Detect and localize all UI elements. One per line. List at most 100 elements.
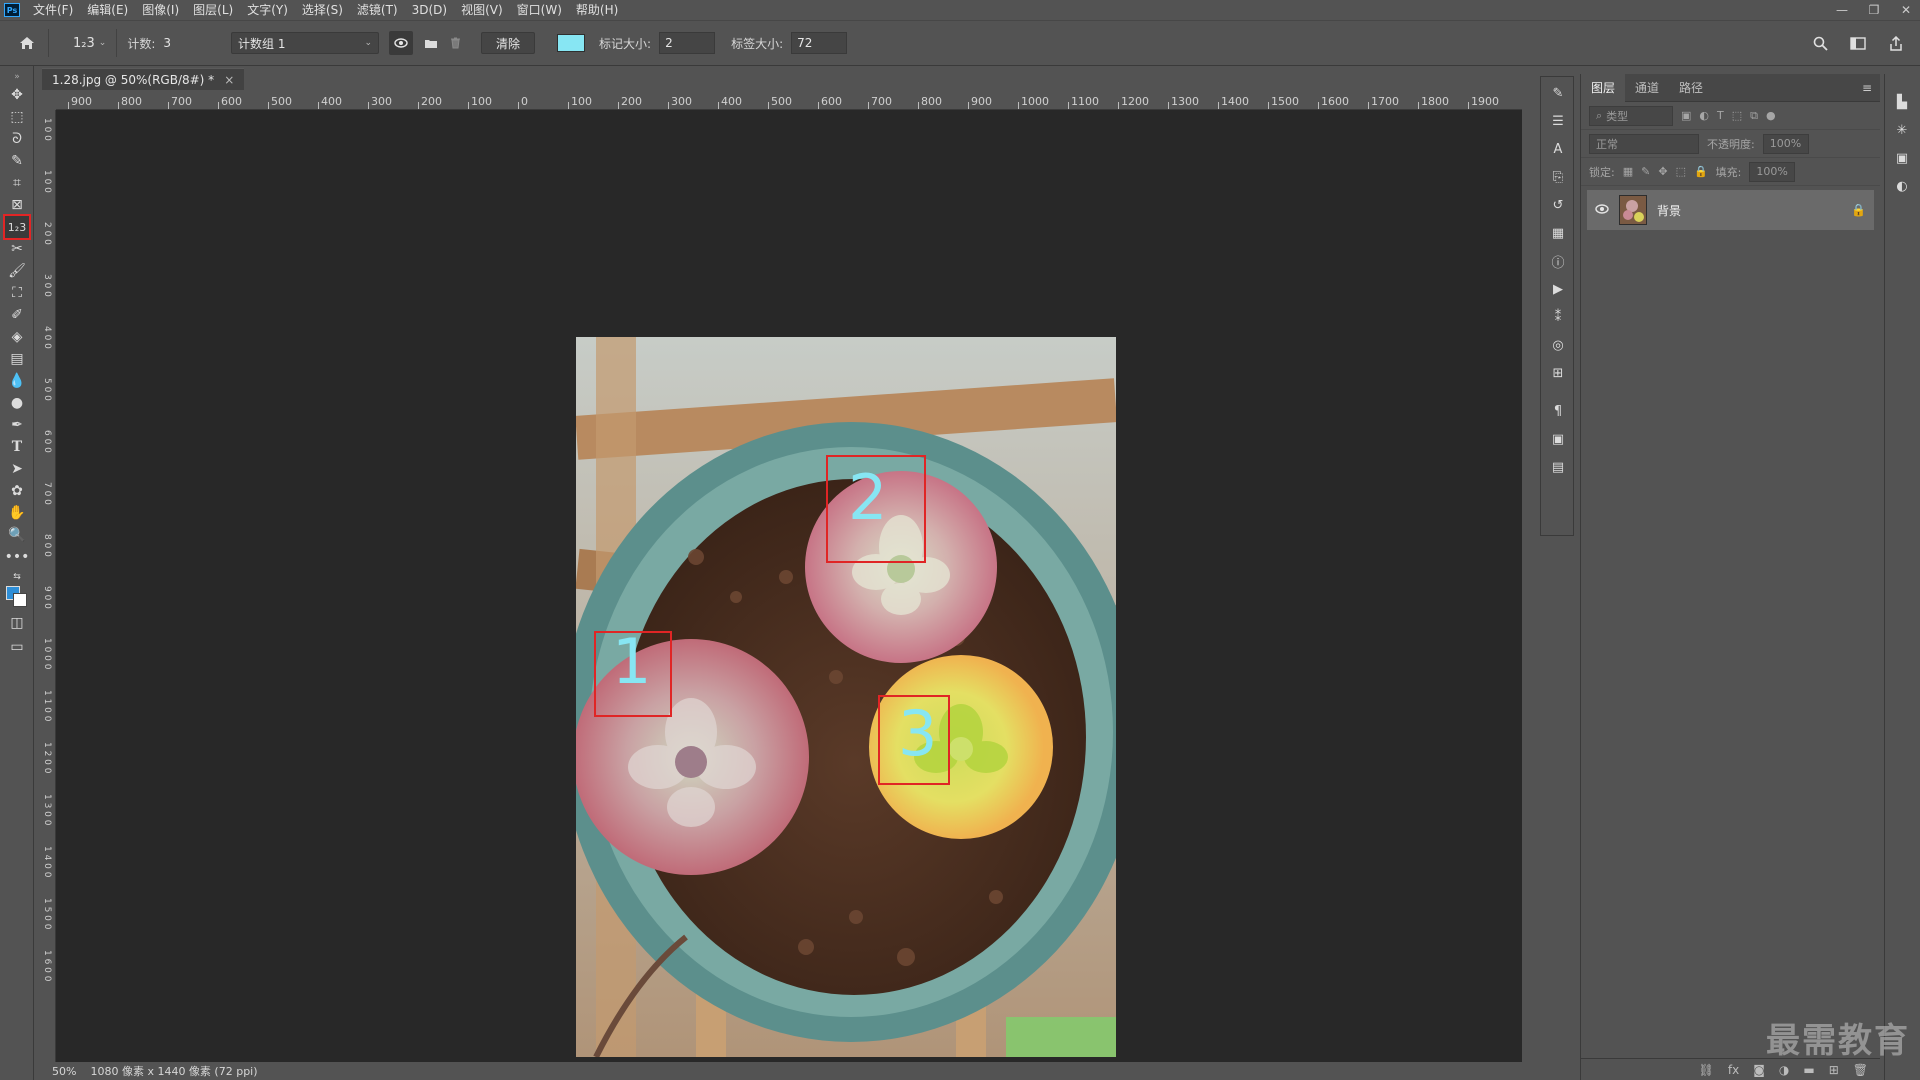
tab-paths[interactable]: 路径: [1669, 74, 1713, 102]
succulent-photo[interactable]: 1 2 3: [576, 337, 1116, 1057]
marquee-tool-icon[interactable]: ⬚: [5, 106, 29, 128]
healing-tool-icon[interactable]: ✂: [5, 238, 29, 260]
link-layers-icon[interactable]: ⛓: [1699, 1063, 1714, 1077]
zoom-level[interactable]: 50%: [52, 1065, 76, 1078]
layer-visibility-eye-icon[interactable]: [1595, 203, 1609, 218]
tool-preset-picker[interactable]: 1₂3 ⌄: [73, 36, 106, 51]
quick-select-tool-icon[interactable]: ✎: [5, 150, 29, 172]
clear-button[interactable]: 清除: [481, 32, 536, 54]
brush-tool-icon[interactable]: 🖌: [5, 260, 29, 282]
visibility-toggle[interactable]: [389, 31, 413, 55]
smart-object-filter-icon[interactable]: ⧉: [1750, 109, 1758, 123]
quick-mask-icon[interactable]: ◫: [5, 612, 29, 634]
tab-channels[interactable]: 通道: [1625, 74, 1669, 102]
pixel-filter-icon[interactable]: ▣: [1681, 109, 1691, 122]
eraser-tool-icon[interactable]: ◈: [5, 326, 29, 348]
character-icon[interactable]: A: [1548, 139, 1568, 159]
info-icon[interactable]: ⓘ: [1548, 251, 1568, 271]
close-icon[interactable]: ✕: [1898, 3, 1914, 17]
blend-mode-select[interactable]: 正常: [1589, 133, 1699, 154]
close-tab-icon[interactable]: ×: [224, 73, 234, 87]
more-tools-icon[interactable]: •••: [5, 546, 30, 568]
pen-tool-icon[interactable]: ✒: [5, 414, 29, 436]
brush-settings-icon[interactable]: ✎: [1548, 83, 1568, 103]
move-tool-icon[interactable]: ✥: [5, 84, 29, 106]
swatches-icon[interactable]: ▣: [1892, 148, 1912, 168]
frame-tool-icon[interactable]: ⊠: [5, 194, 29, 216]
marker-color-swatch[interactable]: [557, 34, 586, 52]
add-mask-icon[interactable]: ◙: [1753, 1063, 1765, 1077]
stamp-tool-icon[interactable]: ⛶: [5, 282, 29, 304]
menu-help[interactable]: 帮助(H): [569, 0, 625, 20]
layer-filter-select[interactable]: ⌕ 类型: [1589, 105, 1673, 126]
opacity-input[interactable]: 100%: [1762, 133, 1809, 154]
shape-tool-icon[interactable]: ✿: [5, 480, 29, 502]
brushes-icon[interactable]: ⁑: [1548, 307, 1568, 327]
label-size-input[interactable]: 72: [791, 32, 848, 54]
properties-icon[interactable]: ▦: [1548, 223, 1568, 243]
menu-window[interactable]: 窗口(W): [510, 0, 569, 20]
lock-all-icon[interactable]: 🔒: [1694, 165, 1708, 178]
lock-artboard-icon[interactable]: ⬚: [1676, 165, 1686, 178]
delete-group-button[interactable]: [443, 31, 467, 55]
restore-icon[interactable]: ❐: [1866, 3, 1882, 17]
menu-type[interactable]: 文字(Y): [240, 0, 295, 20]
history-brush-icon[interactable]: ✐: [5, 304, 29, 326]
path-select-tool-icon[interactable]: ➤: [5, 458, 29, 480]
document-info[interactable]: 1080 像素 x 1440 像素 (72 ppi): [90, 1063, 257, 1079]
libraries-icon[interactable]: ▣: [1548, 429, 1568, 449]
panel-menu-icon[interactable]: ≡: [1862, 81, 1872, 95]
search-icon[interactable]: [1808, 31, 1832, 55]
background-color-swatch[interactable]: [13, 593, 27, 607]
menu-edit[interactable]: 编辑(E): [80, 0, 135, 20]
workspace-icon[interactable]: [1846, 31, 1870, 55]
menu-file[interactable]: 文件(F): [26, 0, 80, 20]
menu-select[interactable]: 选择(S): [295, 0, 350, 20]
count-tool-icon[interactable]: 1₂3: [3, 214, 31, 240]
adjustment-layer-icon[interactable]: ◑: [1779, 1063, 1789, 1077]
dodge-tool-icon[interactable]: ●: [5, 392, 29, 414]
menu-view[interactable]: 视图(V): [454, 0, 510, 20]
swap-colors-icon[interactable]: ⇆: [5, 566, 29, 588]
minimize-icon[interactable]: —: [1834, 3, 1850, 17]
vertical-ruler[interactable]: 1 0 0 1 0 0 2 0 0 3 0 0 4 0 0 5 0 0 6 0 0 7 0 0…: [38, 110, 56, 1062]
type-filter-icon[interactable]: T: [1717, 109, 1724, 122]
actions-icon[interactable]: ▶: [1548, 279, 1568, 299]
lock-pixels-icon[interactable]: ✎: [1641, 165, 1650, 178]
new-group-button[interactable]: [419, 31, 443, 55]
layer-row-background[interactable]: 背景 🔒: [1587, 190, 1874, 230]
lasso-tool-icon[interactable]: ᘐ: [5, 128, 29, 150]
count-group-select[interactable]: 计数组 1 ⌄: [231, 32, 379, 54]
lock-position-icon[interactable]: ✥: [1658, 165, 1667, 178]
table-icon[interactable]: ⊞: [1548, 363, 1568, 383]
marker-size-input[interactable]: 2: [659, 32, 716, 54]
screen-mode-icon[interactable]: ▭: [5, 636, 29, 658]
tab-layers[interactable]: 图层: [1581, 73, 1626, 102]
crop-tool-icon[interactable]: ⌗: [5, 172, 29, 194]
adjustments-icon[interactable]: ☰: [1548, 111, 1568, 131]
horizontal-ruler[interactable]: 900 800 700 600 500 400 300 200 100 0 100 200 300 400…: [56, 92, 1522, 110]
color-wheel-icon[interactable]: ◐: [1892, 176, 1912, 196]
blur-tool-icon[interactable]: 💧: [5, 370, 29, 392]
histogram-icon[interactable]: ▙: [1892, 92, 1912, 112]
new-group-icon[interactable]: ▬: [1803, 1063, 1814, 1077]
adjustment-filter-icon[interactable]: ◐: [1699, 109, 1709, 122]
navigator-icon[interactable]: ✳: [1892, 120, 1912, 140]
type-tool-icon[interactable]: T: [5, 436, 29, 458]
color-icon[interactable]: ◎: [1548, 335, 1568, 355]
menu-image[interactable]: 图像(I): [135, 0, 186, 20]
hand-tool-icon[interactable]: ✋: [5, 502, 29, 524]
menu-3d[interactable]: 3D(D): [405, 0, 454, 20]
delete-layer-icon[interactable]: 🗑: [1853, 1063, 1868, 1077]
menu-layer[interactable]: 图层(L): [186, 0, 240, 20]
menu-filter[interactable]: 滤镜(T): [350, 0, 405, 20]
layer-style-icon[interactable]: fx: [1728, 1063, 1739, 1077]
history-icon[interactable]: ↺: [1548, 195, 1568, 215]
home-icon[interactable]: [16, 32, 38, 54]
filter-toggle-icon[interactable]: ●: [1766, 109, 1776, 122]
gradient-tool-icon[interactable]: ▤: [5, 348, 29, 370]
paragraph-icon[interactable]: ¶: [1548, 401, 1568, 421]
canvas-area[interactable]: 1 2 3: [56, 110, 1522, 1062]
clone-source-icon[interactable]: ⎘: [1548, 167, 1568, 187]
new-layer-icon[interactable]: ⊞: [1829, 1063, 1839, 1077]
